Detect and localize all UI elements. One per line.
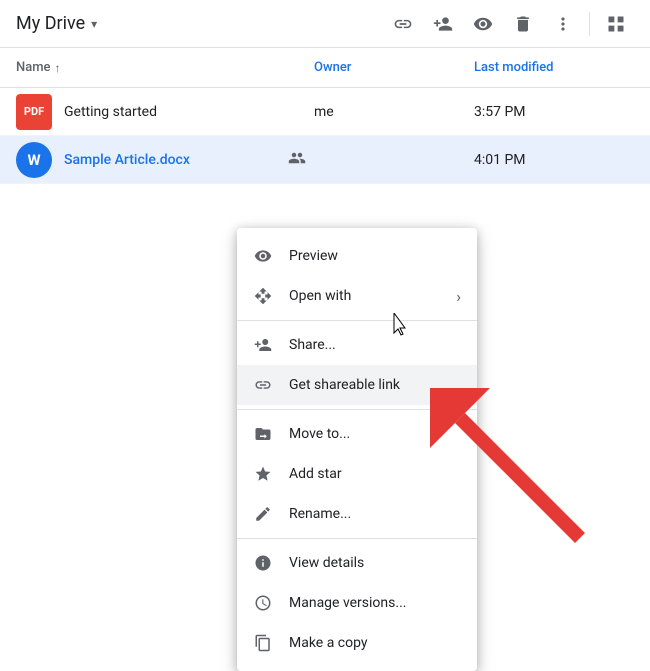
menu-divider-3: [237, 538, 477, 539]
menu-item-view-details[interactable]: View details: [237, 543, 477, 583]
menu-item-get-shareable-link[interactable]: Get shareable link: [237, 365, 477, 405]
col-name-label: Name: [16, 60, 51, 75]
copy-icon: [253, 634, 273, 652]
link-icon: [253, 376, 273, 394]
delete-button[interactable]: [505, 6, 541, 42]
col-modified-header[interactable]: Last modified: [474, 60, 634, 75]
word-icon: W: [16, 142, 52, 178]
menu-item-add-star[interactable]: Add star: [237, 454, 477, 494]
menu-divider-1: [237, 320, 477, 321]
menu-item-make-copy[interactable]: Make a copy: [237, 623, 477, 663]
open-with-icon: [253, 287, 273, 305]
shared-icon: [288, 149, 306, 171]
col-owner-header[interactable]: Owner: [314, 60, 474, 75]
file-name: Getting started: [64, 104, 314, 120]
menu-move-to-label: Move to...: [289, 426, 461, 442]
open-with-arrow-icon: ›: [456, 287, 461, 306]
file-name-selected: Sample Article.docx: [64, 152, 288, 168]
rename-icon: [253, 505, 273, 523]
menu-add-star-label: Add star: [289, 466, 461, 482]
menu-share-label: Share...: [289, 337, 461, 353]
menu-view-details-label: View details: [289, 555, 461, 571]
header-divider: [589, 12, 590, 36]
link-button[interactable]: [385, 6, 421, 42]
context-menu: Preview Open with › Share... Get shareab…: [237, 228, 477, 671]
file-owner: me: [314, 104, 474, 120]
menu-item-rename[interactable]: Rename...: [237, 494, 477, 534]
move-to-icon: [253, 425, 273, 443]
menu-rename-label: Rename...: [289, 506, 461, 522]
menu-item-share[interactable]: Share...: [237, 325, 477, 365]
my-drive-title: My Drive: [16, 13, 85, 34]
menu-open-with-label: Open with: [289, 288, 440, 304]
menu-manage-versions-label: Manage versions...: [289, 595, 461, 611]
add-person-button[interactable]: [425, 6, 461, 42]
header: My Drive ▾: [0, 0, 650, 48]
menu-make-copy-label: Make a copy: [289, 635, 461, 651]
menu-preview-label: Preview: [289, 248, 461, 264]
file-row-selected[interactable]: W Sample Article.docx 4:01 PM: [0, 136, 650, 184]
menu-item-move-to[interactable]: Move to...: [237, 414, 477, 454]
file-modified-selected: 4:01 PM: [474, 152, 634, 168]
dropdown-arrow-icon[interactable]: ▾: [91, 17, 97, 31]
pdf-icon: PDF: [16, 94, 52, 130]
menu-shareable-link-label: Get shareable link: [289, 377, 461, 393]
versions-icon: [253, 594, 273, 612]
info-icon: [253, 554, 273, 572]
header-actions: [385, 6, 634, 42]
file-row[interactable]: PDF Getting started me 3:57 PM: [0, 88, 650, 136]
file-list: PDF Getting started me 3:57 PM W Sample …: [0, 88, 650, 184]
file-modified: 3:57 PM: [474, 104, 634, 120]
eye-icon: [253, 247, 273, 265]
share-icon: [253, 336, 273, 354]
table-header: Name ↑ Owner Last modified: [0, 48, 650, 88]
more-vert-button[interactable]: [545, 6, 581, 42]
preview-button[interactable]: [465, 6, 501, 42]
menu-item-preview[interactable]: Preview: [237, 236, 477, 276]
col-name-header[interactable]: Name ↑: [16, 60, 314, 75]
grid-view-button[interactable]: [598, 6, 634, 42]
star-icon: [253, 465, 273, 483]
header-title-section: My Drive ▾: [16, 13, 385, 34]
menu-divider-2: [237, 409, 477, 410]
menu-item-manage-versions[interactable]: Manage versions...: [237, 583, 477, 623]
sort-arrow-icon: ↑: [55, 61, 61, 75]
menu-item-open-with[interactable]: Open with ›: [237, 276, 477, 316]
